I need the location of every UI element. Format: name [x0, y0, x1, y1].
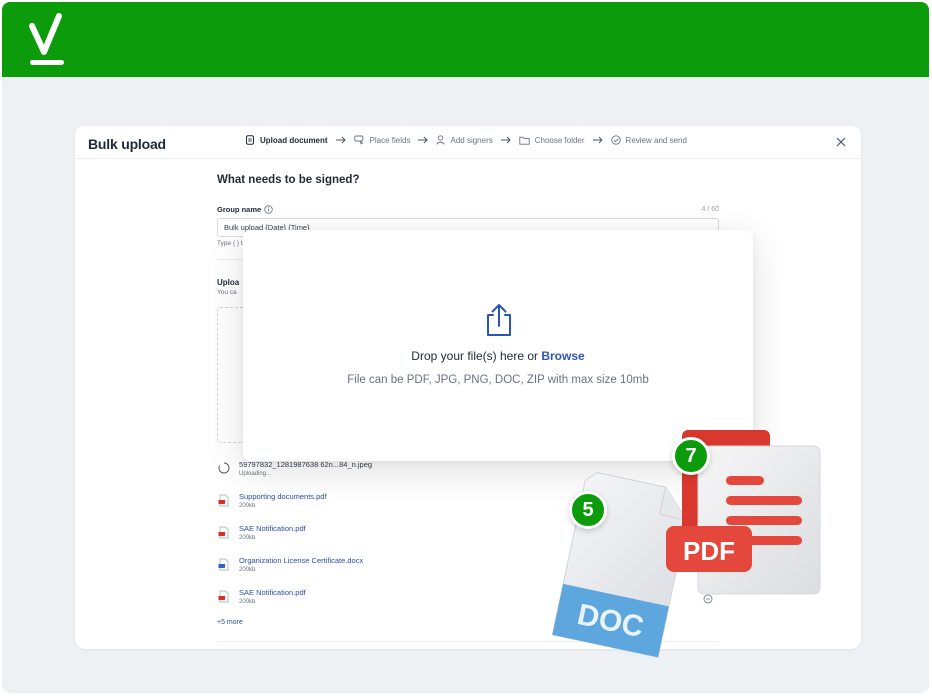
upload-icon: [487, 304, 511, 336]
close-icon[interactable]: [835, 136, 847, 148]
file-size: 200kb: [239, 535, 256, 541]
dropzone-card[interactable]: Drop your file(s) here or Browse File ca…: [243, 230, 753, 461]
folder-icon: [519, 136, 530, 145]
step-add-signers[interactable]: Add signers: [436, 135, 493, 145]
form-heading: What needs to be signed?: [217, 174, 360, 186]
file-name[interactable]: SAE Notification.pdf: [239, 524, 306, 533]
dialog-title: Bulk upload: [88, 136, 166, 152]
step-label: Upload document: [260, 135, 328, 145]
header-divider: [75, 158, 861, 159]
pdf-label: PDF: [683, 536, 735, 566]
step-label: Review and send: [625, 135, 687, 145]
person-icon: [436, 135, 446, 145]
step-arrow-icon: [335, 136, 346, 144]
file-name[interactable]: SAE Notification.pdf: [239, 588, 306, 597]
file-size: 200kb: [239, 503, 256, 509]
file-name: 59797832_1281987638 62n...84_n.jpeg: [239, 460, 373, 469]
step-review-and-send[interactable]: Review and send: [610, 135, 687, 145]
character-counter: 4 / 60: [701, 206, 719, 213]
file-name[interactable]: Organization License Certificate.docx: [239, 556, 363, 565]
doc-count-badge: 5: [569, 491, 607, 529]
loading-spinner-icon: [218, 462, 230, 474]
file-size: 200kb: [239, 599, 256, 605]
step-arrow-icon: [592, 136, 603, 144]
pdf-file-icon: [218, 526, 229, 539]
file-size: 200kb: [239, 567, 256, 573]
pdf-file-icon: [218, 494, 229, 507]
pdf-file-icon: [218, 590, 229, 603]
stepper: Upload document Place fields Add signers…: [245, 135, 687, 145]
step-upload-document[interactable]: Upload document: [245, 135, 328, 145]
step-arrow-icon: [418, 136, 429, 144]
step-label: Add signers: [450, 135, 493, 145]
place-fields-icon: [353, 135, 364, 145]
file-status: Uploading...: [239, 471, 272, 477]
dropzone-instruction: Drop your file(s) here or: [411, 349, 542, 363]
dropzone-text: Drop your file(s) here or Browse: [243, 349, 753, 363]
step-label: Choose folder: [534, 135, 585, 145]
step-arrow-icon: [500, 136, 511, 144]
step-choose-folder[interactable]: Choose folder: [519, 136, 585, 145]
checkmark-logo-icon: [29, 13, 64, 65]
top-bar: [2, 2, 929, 77]
file-name[interactable]: Supporting documents.pdf: [239, 492, 327, 501]
group-name-label-text: Group name: [217, 205, 262, 214]
step-place-fields[interactable]: Place fields: [353, 135, 411, 145]
info-icon[interactable]: [264, 205, 273, 214]
check-circle-icon: [610, 135, 621, 145]
docx-file-icon: [218, 558, 229, 571]
dropzone-subtext: File can be PDF, JPG, PNG, DOC, ZIP with…: [347, 374, 649, 386]
pdf-count-badge: 7: [672, 437, 710, 475]
group-name-label-row: Group name 4 / 60: [217, 205, 719, 214]
browse-link[interactable]: Browse: [541, 349, 584, 363]
group-name-label: Group name: [217, 205, 273, 214]
step-label: Place fields: [369, 135, 411, 145]
document-icon: [246, 135, 254, 145]
remove-icon[interactable]: [703, 594, 713, 604]
